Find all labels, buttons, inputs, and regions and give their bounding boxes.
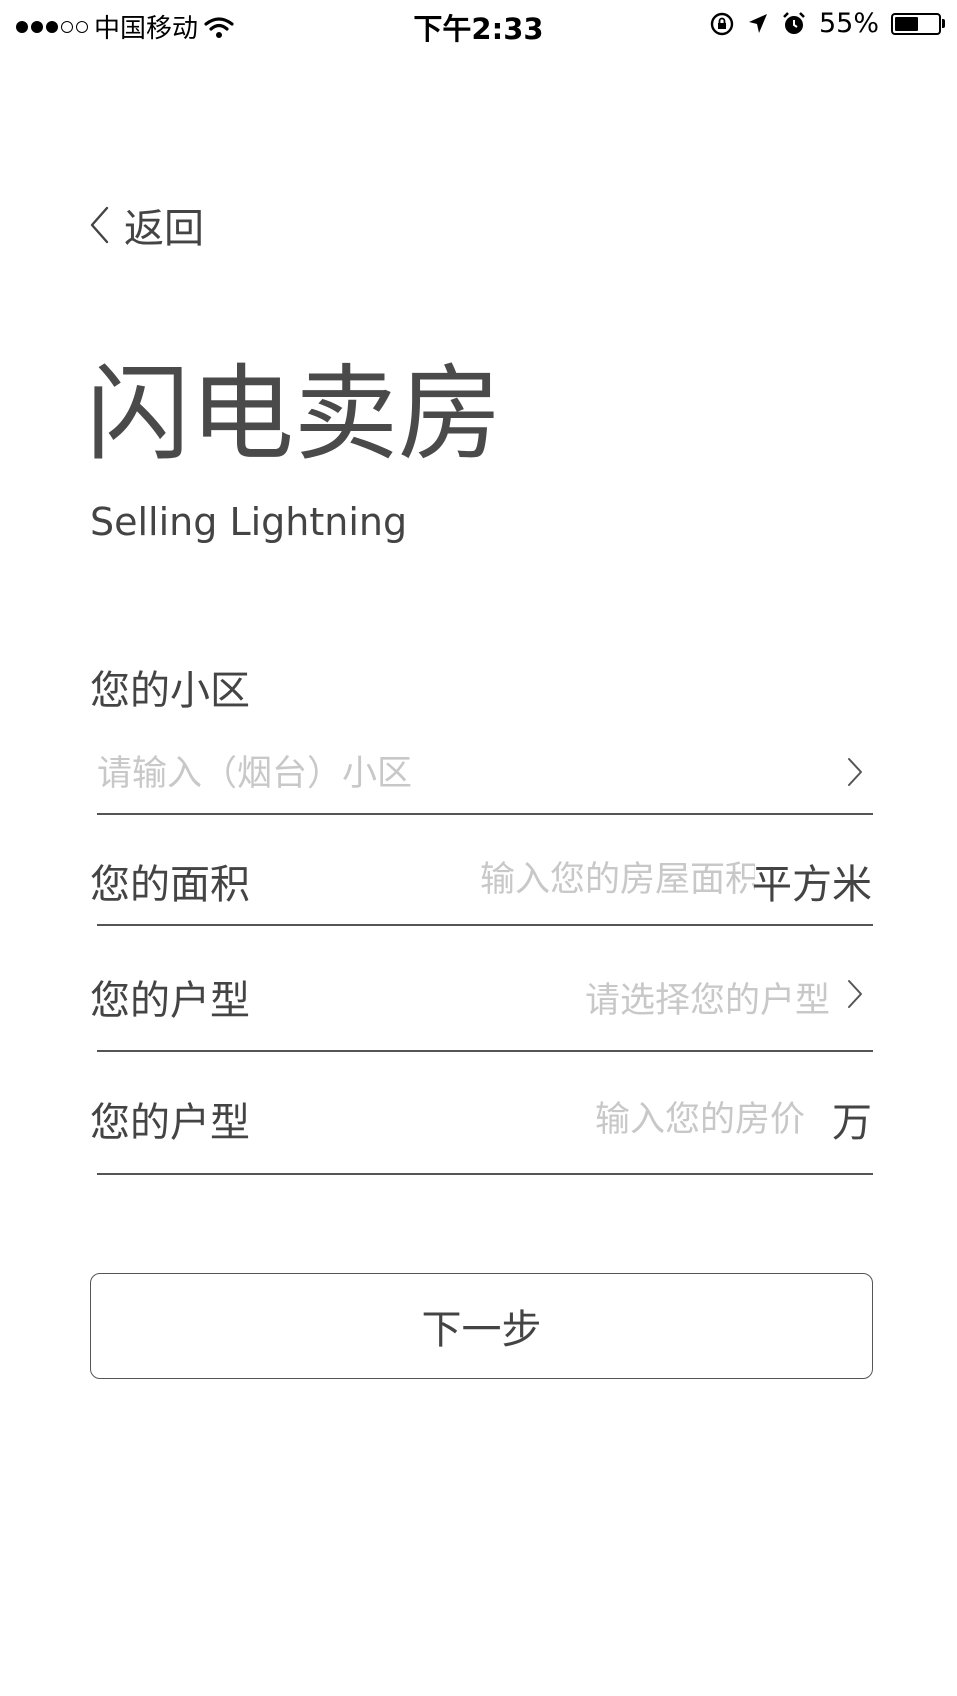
- divider: [97, 1173, 873, 1175]
- community-label: 您的小区: [90, 668, 250, 714]
- chevron-left-icon: [90, 206, 109, 244]
- alarm-icon: [783, 11, 805, 34]
- page-subtitle: Selling Lightning: [90, 500, 408, 544]
- next-button[interactable]: 下一步: [90, 1273, 873, 1379]
- layout-label: 您的户型: [90, 978, 250, 1024]
- area-unit: 平方米: [752, 862, 872, 908]
- status-bar: 中国移动 下午2:33 55%: [0, 0, 957, 50]
- battery-percent: 55%: [818, 8, 879, 39]
- battery-tip: [942, 19, 945, 28]
- chevron-right-icon[interactable]: [846, 756, 864, 788]
- layout-select[interactable]: 请选择您的户型: [585, 972, 830, 1023]
- area-input[interactable]: [480, 854, 755, 906]
- back-button[interactable]: 返回: [88, 196, 204, 254]
- chevron-right-icon[interactable]: [846, 978, 864, 1010]
- page-title: 闪电卖房: [86, 353, 503, 475]
- price-unit: 万: [832, 1100, 872, 1146]
- divider: [97, 813, 873, 815]
- orientation-lock-icon: [710, 12, 734, 35]
- status-right: 55%: [709, 8, 945, 39]
- area-label: 您的面积: [90, 862, 250, 908]
- location-arrow-icon: [748, 13, 767, 33]
- battery-body: [891, 12, 941, 35]
- battery-icon: [891, 12, 945, 35]
- community-input[interactable]: [97, 748, 817, 800]
- price-input[interactable]: [560, 1094, 805, 1146]
- divider: [97, 924, 873, 926]
- price-label: 您的户型: [90, 1100, 250, 1146]
- divider: [97, 1050, 873, 1052]
- back-label: 返回: [124, 206, 204, 252]
- battery-fill: [895, 16, 919, 31]
